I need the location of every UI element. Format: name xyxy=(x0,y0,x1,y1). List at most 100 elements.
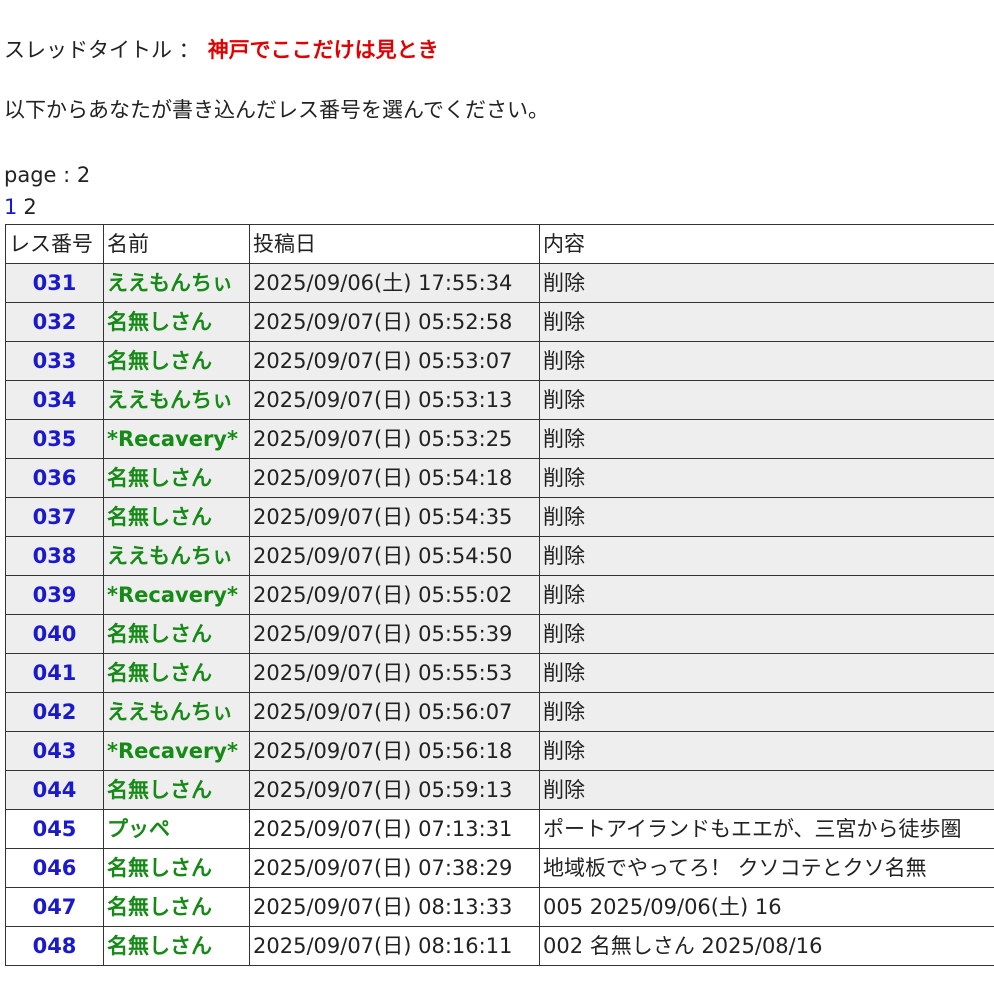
post-content: ポートアイランドもエエが、三宮から徒歩圏 xyxy=(539,809,994,849)
post-content: 削除 xyxy=(539,497,994,537)
table-row: 034 ええもんちぃ 2025/09/07(日) 05:53:13 削除 xyxy=(5,380,994,420)
post-date: 2025/09/07(日) 05:55:02 xyxy=(249,575,540,615)
poster-name: 名無しさん xyxy=(103,926,250,966)
table-row: 047 名無しさん 2025/09/07(日) 08:13:33 005 2025/0… xyxy=(5,887,994,927)
poster-name: 名無しさん xyxy=(103,653,250,693)
res-number-link[interactable]: 045 xyxy=(5,809,104,849)
post-date: 2025/09/07(日) 05:52:58 xyxy=(249,302,540,342)
post-content: 削除 xyxy=(539,692,994,732)
res-number-link[interactable]: 042 xyxy=(5,692,104,732)
thread-title-line: スレッドタイトル ： 神戸でここだけは見とき xyxy=(4,36,439,64)
post-date: 2025/09/07(日) 05:55:53 xyxy=(249,653,540,693)
page-link-1[interactable]: 1 xyxy=(4,195,17,219)
poster-name: ええもんちぃ xyxy=(103,692,250,732)
res-number-link[interactable]: 031 xyxy=(5,263,104,303)
table-row: 032 名無しさん 2025/09/07(日) 05:52:58 削除 xyxy=(5,302,994,342)
instruction-text: 以下からあなたが書き込んだレス番号を選んでください。 xyxy=(4,98,549,122)
poster-name: 名無しさん xyxy=(103,770,250,810)
res-number-link[interactable]: 048 xyxy=(5,926,104,966)
poster-name: *Recavery* xyxy=(103,575,250,615)
post-content: 地域板でやってろ！ クソコテとクソ名無 xyxy=(539,848,994,888)
res-number-link[interactable]: 032 xyxy=(5,302,104,342)
post-content: 削除 xyxy=(539,614,994,654)
poster-name: ええもんちぃ xyxy=(103,380,250,420)
table-row: 046 名無しさん 2025/09/07(日) 07:38:29 地域板でやってろ！ … xyxy=(5,848,994,888)
table-row: 033 名無しさん 2025/09/07(日) 05:53:07 削除 xyxy=(5,341,994,381)
header-res-number: レス番号 xyxy=(5,224,104,264)
table-row: 041 名無しさん 2025/09/07(日) 05:55:53 削除 xyxy=(5,653,994,693)
res-number-link[interactable]: 039 xyxy=(5,575,104,615)
post-content: 002 名無しさん 2025/08/16 xyxy=(539,926,994,966)
res-number-link[interactable]: 043 xyxy=(5,731,104,771)
table-row: 036 名無しさん 2025/09/07(日) 05:54:18 削除 xyxy=(5,458,994,498)
table-row: 042 ええもんちぃ 2025/09/07(日) 05:56:07 削除 xyxy=(5,692,994,732)
thread-title: 神戸でここだけは見とき xyxy=(207,38,439,62)
post-date: 2025/09/07(日) 05:54:35 xyxy=(249,497,540,537)
post-content: 削除 xyxy=(539,653,994,693)
post-date: 2025/09/07(日) 07:38:29 xyxy=(249,848,540,888)
post-date: 2025/09/07(日) 05:53:25 xyxy=(249,419,540,459)
post-content: 削除 xyxy=(539,419,994,459)
table-row: 037 名無しさん 2025/09/07(日) 05:54:35 削除 xyxy=(5,497,994,537)
table-row: 040 名無しさん 2025/09/07(日) 05:55:39 削除 xyxy=(5,614,994,654)
post-date: 2025/09/07(日) 05:53:13 xyxy=(249,380,540,420)
post-content: 削除 xyxy=(539,341,994,381)
post-content: 削除 xyxy=(539,380,994,420)
post-date: 2025/09/07(日) 05:55:39 xyxy=(249,614,540,654)
poster-name: 名無しさん xyxy=(103,302,250,342)
poster-name: ええもんちぃ xyxy=(103,263,250,303)
post-content: 削除 xyxy=(539,770,994,810)
poster-name: 名無しさん xyxy=(103,497,250,537)
res-number-link[interactable]: 047 xyxy=(5,887,104,927)
table-row: 038 ええもんちぃ 2025/09/07(日) 05:54:50 削除 xyxy=(5,536,994,576)
res-number-link[interactable]: 035 xyxy=(5,419,104,459)
table-row: 045 プッペ 2025/09/07(日) 07:13:31 ポートアイランドもエエが… xyxy=(5,809,994,849)
table-body: 031 ええもんちぃ 2025/09/06(土) 17:55:34 削除 032 名無しさ… xyxy=(5,263,994,966)
res-number-link[interactable]: 038 xyxy=(5,536,104,576)
post-date: 2025/09/07(日) 05:59:13 xyxy=(249,770,540,810)
post-date: 2025/09/07(日) 05:56:07 xyxy=(249,692,540,732)
poster-name: 名無しさん xyxy=(103,848,250,888)
table-row: 044 名無しさん 2025/09/07(日) 05:59:13 削除 xyxy=(5,770,994,810)
table-row: 043 *Recavery* 2025/09/07(日) 05:56:18 削除 xyxy=(5,731,994,771)
poster-name: 名無しさん xyxy=(103,458,250,498)
response-table: レス番号 名前 投稿日 内容 031 ええもんちぃ 2025/09/06(土) 17… xyxy=(5,224,994,966)
poster-name: 名無しさん xyxy=(103,887,250,927)
post-content: 削除 xyxy=(539,536,994,576)
table-row: 039 *Recavery* 2025/09/07(日) 05:55:02 削除 xyxy=(5,575,994,615)
header-name: 名前 xyxy=(103,224,250,264)
post-date: 2025/09/07(日) 05:54:50 xyxy=(249,536,540,576)
header-post-date: 投稿日 xyxy=(249,224,540,264)
poster-name: 名無しさん xyxy=(103,341,250,381)
post-date: 2025/09/07(日) 05:54:18 xyxy=(249,458,540,498)
post-content: 005 2025/09/06(土) 16 xyxy=(539,887,994,927)
post-date: 2025/09/07(日) 05:53:07 xyxy=(249,341,540,381)
poster-name: ええもんちぃ xyxy=(103,536,250,576)
page-indicator: page : 2 xyxy=(4,163,91,187)
post-date: 2025/09/07(日) 08:13:33 xyxy=(249,887,540,927)
table-row: 048 名無しさん 2025/09/07(日) 08:16:11 002 名無しさん … xyxy=(5,926,994,966)
res-number-link[interactable]: 033 xyxy=(5,341,104,381)
res-number-link[interactable]: 040 xyxy=(5,614,104,654)
post-content: 削除 xyxy=(539,458,994,498)
poster-name: *Recavery* xyxy=(103,731,250,771)
pagination: 12 xyxy=(4,193,37,221)
post-content: 削除 xyxy=(539,263,994,303)
header-content: 内容 xyxy=(539,224,994,264)
post-content: 削除 xyxy=(539,302,994,342)
res-number-link[interactable]: 044 xyxy=(5,770,104,810)
post-date: 2025/09/06(土) 17:55:34 xyxy=(249,263,540,303)
post-content: 削除 xyxy=(539,575,994,615)
post-date: 2025/09/07(日) 08:16:11 xyxy=(249,926,540,966)
res-number-link[interactable]: 034 xyxy=(5,380,104,420)
res-number-link[interactable]: 041 xyxy=(5,653,104,693)
table-row: 031 ええもんちぃ 2025/09/06(土) 17:55:34 削除 xyxy=(5,263,994,303)
res-number-link[interactable]: 036 xyxy=(5,458,104,498)
thread-title-label: スレッドタイトル ： xyxy=(4,38,200,62)
page-current: 2 xyxy=(23,195,37,219)
table-row: 035 *Recavery* 2025/09/07(日) 05:53:25 削除 xyxy=(5,419,994,459)
res-number-link[interactable]: 037 xyxy=(5,497,104,537)
post-content: 削除 xyxy=(539,731,994,771)
res-number-link[interactable]: 046 xyxy=(5,848,104,888)
poster-name: プッペ xyxy=(103,809,250,849)
